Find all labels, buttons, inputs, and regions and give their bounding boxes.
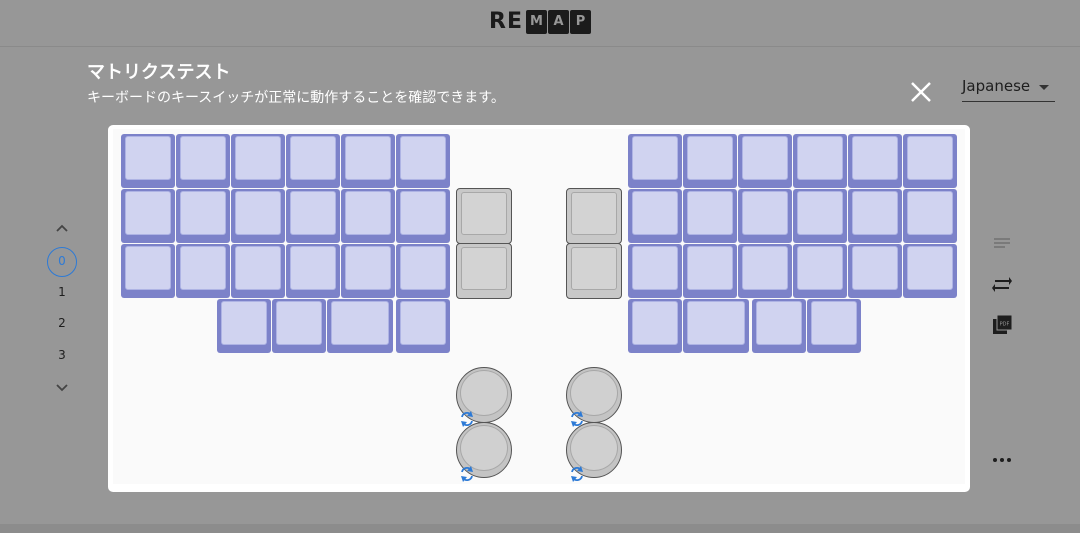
rotate-icon <box>571 466 583 482</box>
key-r-r1-c4[interactable] <box>848 189 902 243</box>
key-l-r1-c3[interactable] <box>286 189 340 243</box>
key-r-r3-c2[interactable] <box>752 299 806 353</box>
layer-3-button[interactable]: 3 <box>46 348 78 362</box>
key-l-r0-c1[interactable] <box>176 134 230 188</box>
key-r-r2-c3[interactable] <box>793 244 847 298</box>
key-l-r0-c2[interactable] <box>231 134 285 188</box>
layer-1-button[interactable]: 1 <box>46 285 78 299</box>
app-header: RE M A P <box>0 0 1080 47</box>
key-l-r0-c3[interactable] <box>286 134 340 188</box>
key-l-r0-c5[interactable] <box>396 134 450 188</box>
layer-2-button[interactable]: 2 <box>46 316 78 330</box>
key-r-thumb-0[interactable] <box>566 188 622 244</box>
key-r-r0-c4[interactable] <box>848 134 902 188</box>
logo-box-a: A <box>547 9 569 34</box>
key-l-r3-c2[interactable] <box>327 299 393 353</box>
keyboard-card <box>108 125 970 492</box>
key-l-r2-c1[interactable] <box>176 244 230 298</box>
key-l-r1-c1[interactable] <box>176 189 230 243</box>
key-l-r2-c2[interactable] <box>231 244 285 298</box>
close-button[interactable] <box>906 77 936 107</box>
key-r-r3-c3[interactable] <box>807 299 861 353</box>
key-r-r1-c2[interactable] <box>738 189 792 243</box>
key-l-r3-c0[interactable] <box>217 299 271 353</box>
language-selected: Japanese <box>962 77 1031 95</box>
key-r-r0-c1[interactable] <box>683 134 737 188</box>
logo-boxes: M A P <box>525 9 592 34</box>
close-icon <box>911 82 931 102</box>
keyboard-layout <box>113 129 965 484</box>
svg-text:PDF: PDF <box>1000 322 1010 328</box>
rotate-icon <box>571 411 583 427</box>
key-r-r0-c5[interactable] <box>903 134 957 188</box>
caret-down-icon <box>1039 85 1049 90</box>
logo-box-m: M <box>525 9 547 34</box>
key-r-r0-c3[interactable] <box>793 134 847 188</box>
key-l-r2-c3[interactable] <box>286 244 340 298</box>
logo-text: RE <box>489 9 523 34</box>
key-l-r0-c0[interactable] <box>121 134 175 188</box>
key-l-r2-c5[interactable] <box>396 244 450 298</box>
key-r-r0-c0[interactable] <box>628 134 682 188</box>
key-r-r3-c1[interactable] <box>683 299 749 353</box>
key-r-r2-c5[interactable] <box>903 244 957 298</box>
page-title: マトリクステスト <box>87 62 231 83</box>
key-r-r1-c5[interactable] <box>903 189 957 243</box>
key-r-r1-c0[interactable] <box>628 189 682 243</box>
key-l-thumb-0[interactable] <box>456 188 512 244</box>
key-r-r2-c1[interactable] <box>683 244 737 298</box>
swap-icon[interactable] <box>991 273 1013 295</box>
page-subtitle: キーボードのキースイッチが正常に動作することを確認できます。 <box>87 90 505 106</box>
more-icon[interactable] <box>991 449 1013 471</box>
chevron-up-icon[interactable] <box>54 220 70 236</box>
key-r-thumb-1[interactable] <box>566 243 622 299</box>
key-r-r2-c2[interactable] <box>738 244 792 298</box>
key-r-r1-c3[interactable] <box>793 189 847 243</box>
key-l-r1-c4[interactable] <box>341 189 395 243</box>
chevron-down-icon[interactable] <box>54 380 70 396</box>
key-r-r3-c0[interactable] <box>628 299 682 353</box>
language-select[interactable]: Japanese <box>962 74 1055 102</box>
key-l-r3-c3[interactable] <box>396 299 450 353</box>
key-l-r1-c5[interactable] <box>396 189 450 243</box>
key-l-r1-c2[interactable] <box>231 189 285 243</box>
rotate-icon <box>461 411 473 427</box>
pdf-icon[interactable]: PDF <box>991 314 1013 336</box>
key-l-r2-c0[interactable] <box>121 244 175 298</box>
key-r-r2-c4[interactable] <box>848 244 902 298</box>
key-r-r1-c1[interactable] <box>683 189 737 243</box>
key-l-r3-c1[interactable] <box>272 299 326 353</box>
layer-0-button[interactable]: 0 <box>47 247 77 277</box>
remap-logo[interactable]: RE M A P <box>489 9 592 34</box>
key-r-r2-c0[interactable] <box>628 244 682 298</box>
rotate-icon <box>461 466 473 482</box>
logo-box-p: P <box>569 9 591 34</box>
key-l-r0-c4[interactable] <box>341 134 395 188</box>
key-l-thumb-1[interactable] <box>456 243 512 299</box>
key-r-r0-c2[interactable] <box>738 134 792 188</box>
list-icon[interactable] <box>991 232 1013 254</box>
footer-bar <box>0 524 1080 533</box>
key-l-r1-c0[interactable] <box>121 189 175 243</box>
key-l-r2-c4[interactable] <box>341 244 395 298</box>
